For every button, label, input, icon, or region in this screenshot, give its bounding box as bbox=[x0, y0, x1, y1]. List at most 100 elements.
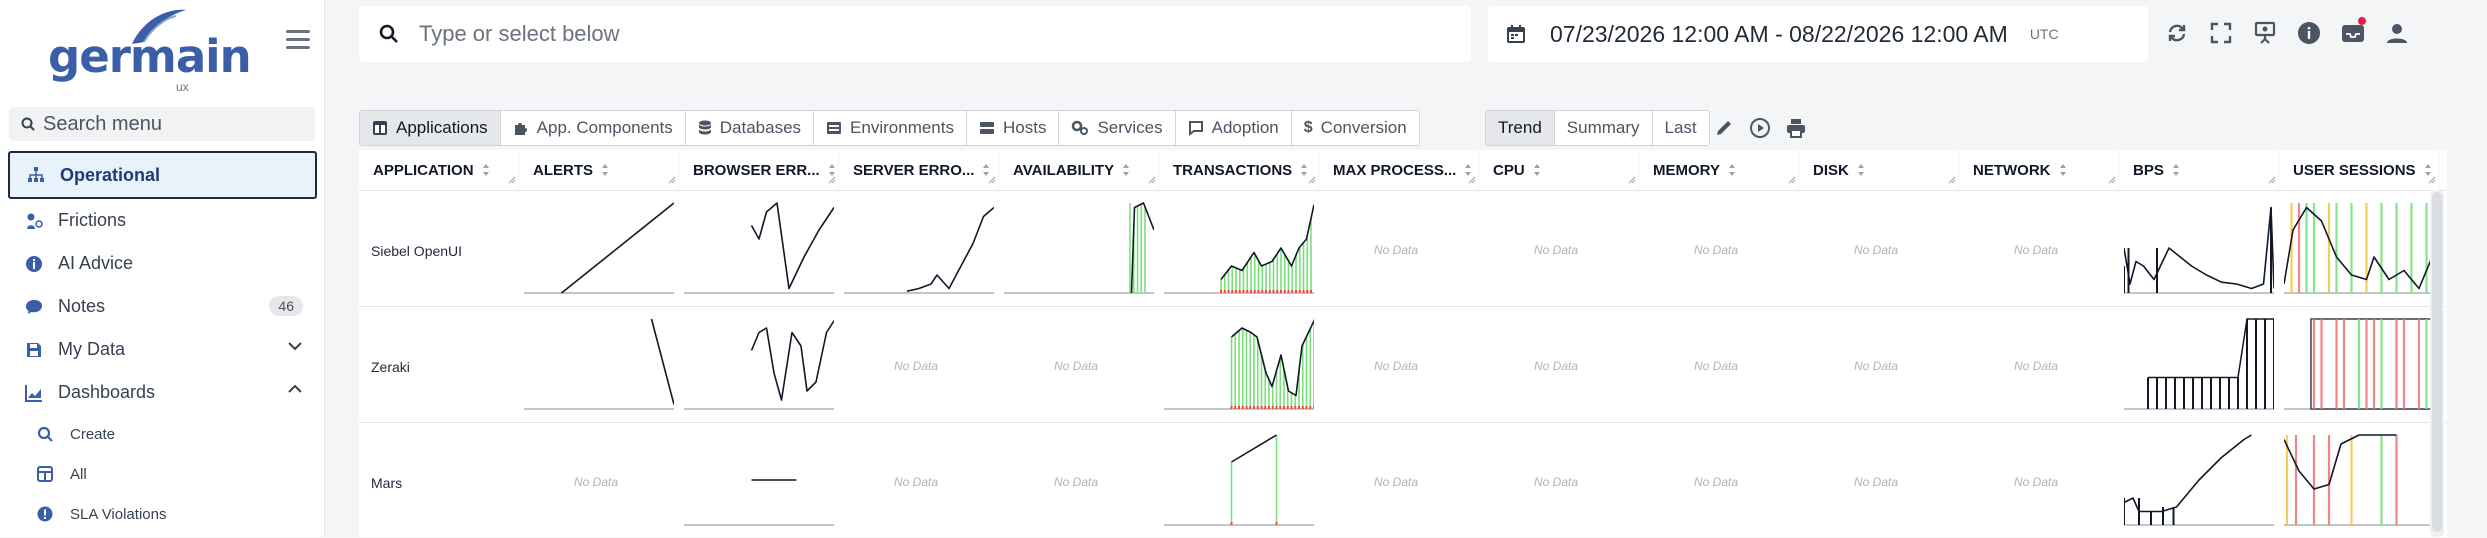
sparkline-cell[interactable]: No Data bbox=[1644, 313, 1794, 417]
sparkline-cell[interactable]: No Data bbox=[1324, 313, 1474, 417]
sparkline-cell[interactable] bbox=[524, 313, 675, 417]
application-name[interactable]: Zeraki bbox=[371, 359, 410, 375]
sparkline-cell[interactable]: No Data bbox=[524, 429, 674, 533]
sparkline-cell[interactable] bbox=[2123, 197, 2275, 301]
sparkline-cell[interactable]: No Data bbox=[1324, 429, 1474, 533]
sparkline-cell[interactable] bbox=[2283, 429, 2434, 533]
application-name[interactable]: Mars bbox=[371, 475, 402, 491]
sidebar-subitem-sla-violations[interactable]: SLA Violations bbox=[0, 494, 325, 534]
sparkline-cell[interactable]: No Data bbox=[1964, 197, 2114, 301]
column-header-availability[interactable]: AVAILABILITY bbox=[999, 150, 1159, 190]
sparkline-cell[interactable] bbox=[684, 429, 834, 533]
chevron-down-icon[interactable] bbox=[287, 341, 303, 351]
sort-icon[interactable] bbox=[1533, 163, 1541, 177]
info-icon[interactable] bbox=[2294, 18, 2324, 48]
sparkline-cell[interactable]: No Data bbox=[844, 429, 994, 533]
tab-app-components[interactable]: App. Components bbox=[501, 111, 686, 145]
sparkline-cell[interactable]: No Data bbox=[1804, 197, 1954, 301]
column-resize-icon[interactable] bbox=[2108, 171, 2116, 188]
column-header-cpu[interactable]: CPU bbox=[1479, 150, 1639, 190]
sparkline-cell[interactable]: No Data bbox=[1004, 313, 1154, 417]
sparkline-cell[interactable] bbox=[2124, 313, 2275, 417]
column-header-bps[interactable]: BPS bbox=[2119, 150, 2279, 190]
inbox-icon[interactable] bbox=[2338, 17, 2368, 48]
sparkline-cell[interactable] bbox=[2283, 197, 2435, 301]
tab-conversion[interactable]: $ Conversion bbox=[1292, 111, 1419, 145]
pencil-icon[interactable] bbox=[1712, 116, 1736, 140]
column-resize-icon[interactable] bbox=[1788, 171, 1796, 188]
search-menu-input[interactable]: Search menu bbox=[9, 107, 315, 141]
column-resize-icon[interactable] bbox=[2428, 171, 2436, 188]
table-row[interactable]: Mars No Data No Data No Data No Data No Data N… bbox=[359, 422, 2447, 538]
sparkline-cell[interactable]: No Data bbox=[1484, 429, 1634, 533]
presentation-icon[interactable] bbox=[2250, 18, 2280, 48]
sparkline-cell[interactable]: No Data bbox=[1964, 429, 2114, 533]
sidebar-item-notes[interactable]: Notes 46 bbox=[0, 285, 325, 328]
column-header-disk[interactable]: DISK bbox=[1799, 150, 1959, 190]
sort-icon[interactable] bbox=[1728, 163, 1736, 177]
sidebar-item-frictions[interactable]: Frictions bbox=[0, 199, 325, 242]
sidebar-item-ai-advice[interactable]: AI Advice bbox=[0, 242, 325, 285]
grid-vertical-scrollbar[interactable] bbox=[2430, 190, 2444, 537]
sparkline-cell[interactable] bbox=[684, 313, 835, 417]
print-icon[interactable] bbox=[1784, 116, 1808, 140]
sparkline-cell[interactable] bbox=[2284, 313, 2435, 417]
play-icon[interactable] bbox=[1748, 116, 1772, 140]
sidebar-subitem-create[interactable]: Create bbox=[0, 414, 325, 454]
date-range-picker[interactable]: 07/23/2026 12:00 AM - 08/22/2026 12:00 A… bbox=[1488, 6, 2148, 62]
column-resize-icon[interactable] bbox=[668, 171, 676, 188]
column-header-memory[interactable]: MEMORY bbox=[1639, 150, 1799, 190]
tab-applications[interactable]: Applications bbox=[360, 111, 501, 145]
chevron-up-icon[interactable] bbox=[287, 384, 303, 394]
sparkline-cell[interactable]: No Data bbox=[844, 313, 994, 417]
sparkline-cell[interactable]: No Data bbox=[1644, 197, 1794, 301]
sort-icon[interactable] bbox=[2172, 163, 2180, 177]
mode-trend[interactable]: Trend bbox=[1486, 111, 1555, 145]
sparkline-cell[interactable] bbox=[2123, 429, 2274, 533]
column-header-browser-err[interactable]: BROWSER ERR... bbox=[679, 150, 839, 190]
tab-hosts[interactable]: Hosts bbox=[967, 111, 1060, 145]
column-header-network[interactable]: NETWORK bbox=[1959, 150, 2119, 190]
column-resize-icon[interactable] bbox=[988, 171, 996, 188]
column-resize-icon[interactable] bbox=[1628, 171, 1636, 188]
fullscreen-icon[interactable] bbox=[2206, 18, 2236, 48]
sort-icon[interactable] bbox=[1300, 163, 1308, 177]
sparkline-cell[interactable]: No Data bbox=[1004, 429, 1154, 533]
sparkline-cell[interactable]: No Data bbox=[1484, 197, 1634, 301]
column-resize-icon[interactable] bbox=[1468, 171, 1476, 188]
column-resize-icon[interactable] bbox=[508, 171, 516, 188]
sidebar-item-my-data[interactable]: My Data bbox=[0, 328, 325, 371]
tab-environments[interactable]: Environments bbox=[814, 111, 967, 145]
sidebar-item-dashboards[interactable]: Dashboards bbox=[0, 371, 325, 414]
sparkline-cell[interactable] bbox=[844, 197, 995, 301]
sort-icon[interactable] bbox=[1122, 163, 1130, 177]
sidebar-subitem-all[interactable]: All bbox=[0, 454, 325, 494]
sort-icon[interactable] bbox=[1857, 163, 1865, 177]
tab-databases[interactable]: Databases bbox=[686, 111, 815, 145]
column-header-transactions[interactable]: TRANSACTIONS bbox=[1159, 150, 1319, 190]
sort-icon[interactable] bbox=[482, 163, 490, 177]
column-header-application[interactable]: APPLICATION bbox=[359, 150, 519, 190]
column-header-server-erro[interactable]: SERVER ERRO... bbox=[839, 150, 999, 190]
column-resize-icon[interactable] bbox=[2268, 171, 2276, 188]
column-resize-icon[interactable] bbox=[1948, 171, 1956, 188]
sort-icon[interactable] bbox=[601, 163, 609, 177]
tab-adoption[interactable]: Adoption bbox=[1176, 111, 1292, 145]
column-header-user-sessions[interactable]: USER SESSIONS bbox=[2279, 150, 2439, 190]
sparkline-cell[interactable] bbox=[1004, 197, 1155, 301]
hamburger-menu-icon[interactable] bbox=[286, 30, 310, 52]
sparkline-cell[interactable] bbox=[1164, 197, 1315, 301]
sort-icon[interactable] bbox=[2059, 163, 2067, 177]
table-row[interactable]: Siebel OpenUI No Data No Data No Data No Dat… bbox=[359, 190, 2447, 306]
column-header-alerts[interactable]: ALERTS bbox=[519, 150, 679, 190]
column-resize-icon[interactable] bbox=[828, 171, 836, 188]
sparkline-cell[interactable]: No Data bbox=[1804, 313, 1954, 417]
sparkline-cell[interactable]: No Data bbox=[1644, 429, 1794, 533]
sparkline-cell[interactable] bbox=[1164, 313, 1315, 417]
column-resize-icon[interactable] bbox=[1308, 171, 1316, 188]
mode-last[interactable]: Last bbox=[1653, 111, 1709, 145]
sparkline-cell[interactable] bbox=[1164, 429, 1314, 533]
application-name[interactable]: Siebel OpenUI bbox=[371, 243, 462, 259]
table-row[interactable]: Zeraki No Data No Data No Data No Data No Dat… bbox=[359, 306, 2447, 422]
sparkline-cell[interactable]: No Data bbox=[1964, 313, 2114, 417]
